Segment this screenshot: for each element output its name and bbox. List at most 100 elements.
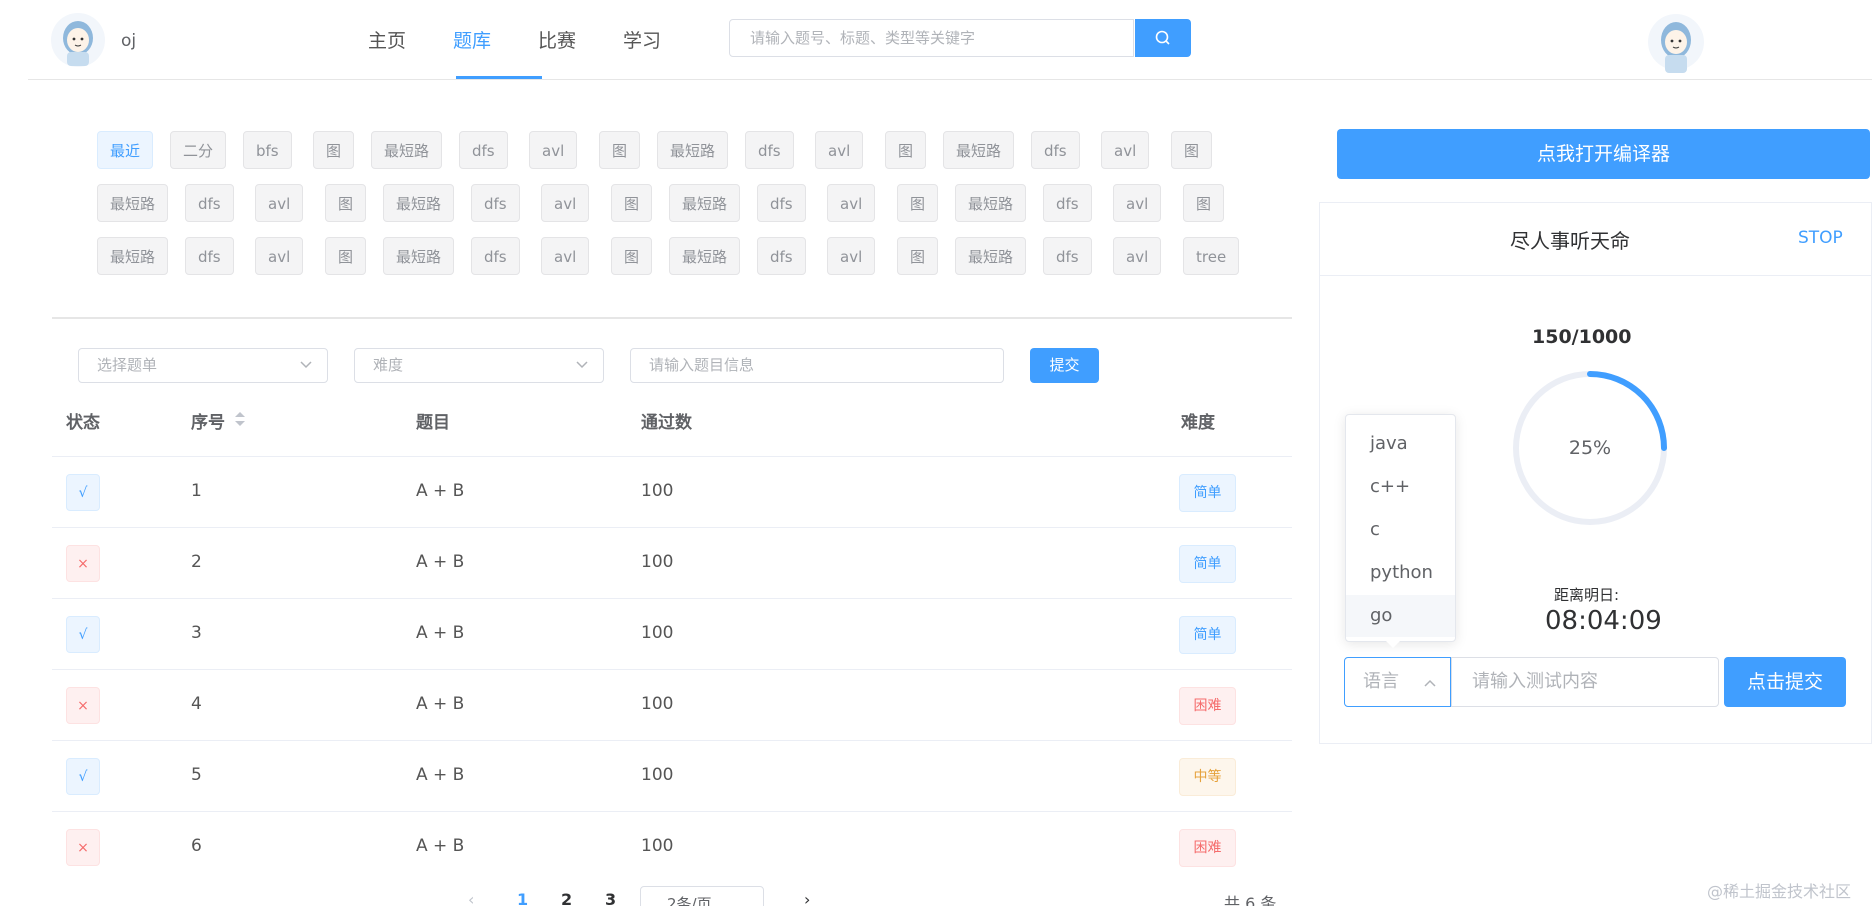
logo-text[interactable]: oj <box>121 31 136 51</box>
next-page-button[interactable]: › <box>804 890 810 906</box>
tag-item[interactable]: avl <box>827 184 876 222</box>
table-row[interactable]: √ 5 A + B 100 中等 <box>52 740 1292 812</box>
problem-title[interactable]: A + B <box>416 765 464 785</box>
language-select[interactable]: 语言 <box>1344 657 1451 707</box>
tag-item[interactable]: avl <box>1101 131 1150 169</box>
tag-item[interactable]: 图 <box>325 237 367 275</box>
status-badge: √ <box>66 758 100 795</box>
tag-item[interactable]: dfs <box>757 184 806 222</box>
tag-item[interactable]: dfs <box>471 184 520 222</box>
tag-item[interactable]: 最短路 <box>97 237 169 275</box>
tag-item[interactable]: avl <box>529 131 578 169</box>
tag-item[interactable]: 图 <box>599 131 641 169</box>
tag-item[interactable]: avl <box>255 237 304 275</box>
tag-item[interactable]: avl <box>827 237 876 275</box>
tag-item[interactable]: dfs <box>1043 184 1092 222</box>
tag-item[interactable]: 图 <box>1183 184 1225 222</box>
motto-text: 尽人事听天命 <box>1510 229 1630 253</box>
tag-item[interactable]: 最短路 <box>371 131 443 169</box>
tag-item[interactable]: 最近 <box>97 131 154 169</box>
tag-item[interactable]: dfs <box>1043 237 1092 275</box>
page-3[interactable]: 3 <box>605 890 616 906</box>
col-index[interactable]: 序号 <box>191 408 225 433</box>
tag-item[interactable]: 图 <box>897 237 939 275</box>
page-size-select[interactable]: 2条/页 <box>640 886 764 906</box>
problem-index: 4 <box>191 694 202 714</box>
tag-item[interactable]: 最短路 <box>955 237 1027 275</box>
problem-passed: 100 <box>641 836 674 856</box>
language-option[interactable]: java <box>1346 423 1455 465</box>
tag-item[interactable]: avl <box>541 237 590 275</box>
tag-item[interactable]: avl <box>815 131 864 169</box>
tag-item[interactable]: 图 <box>611 184 653 222</box>
tag-item[interactable]: 最短路 <box>383 184 455 222</box>
test-input[interactable]: 请输入测试内容 <box>1451 657 1719 707</box>
problem-title[interactable]: A + B <box>416 836 464 856</box>
difficulty-badge: 简单 <box>1179 545 1236 583</box>
difficulty-select[interactable]: 难度 <box>354 348 604 383</box>
tag-item[interactable]: dfs <box>185 237 234 275</box>
tag-item[interactable]: dfs <box>757 237 806 275</box>
tag-item[interactable]: 最短路 <box>943 131 1015 169</box>
tag-item[interactable]: avl <box>255 184 304 222</box>
tag-item[interactable]: 图 <box>313 131 355 169</box>
page-1[interactable]: 1 <box>517 890 528 906</box>
problem-title[interactable]: A + B <box>416 694 464 714</box>
tag-item[interactable]: 最短路 <box>97 184 169 222</box>
tag-item[interactable]: 图 <box>1171 131 1213 169</box>
tag-item[interactable]: 图 <box>897 184 939 222</box>
table-row[interactable]: × 6 A + B 100 困难 <box>52 811 1292 883</box>
problem-info-input[interactable]: 请输入题目信息 <box>630 348 1004 383</box>
language-option[interactable]: c++ <box>1346 466 1455 508</box>
tag-item[interactable]: 图 <box>611 237 653 275</box>
open-editor-button[interactable]: 点我打开编译器 <box>1337 129 1870 179</box>
tag-item[interactable]: 图 <box>325 184 367 222</box>
table-row[interactable]: √ 1 A + B 100 简单 <box>52 456 1292 528</box>
tag-item[interactable]: dfs <box>1031 131 1080 169</box>
filter-submit-button[interactable]: 提交 <box>1030 348 1099 383</box>
prev-page-button[interactable]: ‹ <box>468 890 474 906</box>
tag-item[interactable]: 最短路 <box>669 237 741 275</box>
page-2[interactable]: 2 <box>561 890 572 906</box>
language-option[interactable]: python <box>1346 552 1455 594</box>
tag-item[interactable]: dfs <box>185 184 234 222</box>
tag-item[interactable]: 图 <box>885 131 927 169</box>
tag-item[interactable]: 最短路 <box>955 184 1027 222</box>
difficulty-placeholder: 难度 <box>373 356 404 374</box>
problem-title[interactable]: A + B <box>416 481 464 501</box>
table-row[interactable]: √ 3 A + B 100 简单 <box>52 598 1292 670</box>
tag-item[interactable]: 二分 <box>170 131 227 169</box>
tag-item[interactable]: 最短路 <box>657 131 729 169</box>
problem-set-select[interactable]: 选择题单 <box>78 348 328 383</box>
table-row[interactable]: × 4 A + B 100 困难 <box>52 669 1292 741</box>
run-submit-button[interactable]: 点击提交 <box>1724 657 1846 707</box>
search-button[interactable] <box>1135 19 1191 57</box>
nav-learn[interactable]: 学习 <box>623 26 661 53</box>
avatar[interactable] <box>50 12 106 68</box>
tag-item[interactable]: avl <box>1113 184 1162 222</box>
problem-index: 1 <box>191 481 202 501</box>
problem-title[interactable]: A + B <box>416 552 464 572</box>
tag-item[interactable]: avl <box>1113 237 1162 275</box>
tag-item[interactable]: dfs <box>471 237 520 275</box>
nav-home[interactable]: 主页 <box>368 26 406 53</box>
tag-item[interactable]: dfs <box>459 131 508 169</box>
tag-item[interactable]: avl <box>541 184 590 222</box>
problem-passed: 100 <box>641 623 674 643</box>
nav-contests[interactable]: 比赛 <box>538 26 576 53</box>
tag-item[interactable]: bfs <box>243 131 292 169</box>
language-option[interactable]: go <box>1346 595 1455 637</box>
tag-item[interactable]: dfs <box>745 131 794 169</box>
problem-passed: 100 <box>641 694 674 714</box>
language-option[interactable]: c <box>1346 509 1455 551</box>
problem-title[interactable]: A + B <box>416 623 464 643</box>
sort-icon[interactable] <box>234 409 246 429</box>
tag-item[interactable]: 最短路 <box>383 237 455 275</box>
stop-button[interactable]: STOP <box>1798 228 1843 248</box>
nav-problems[interactable]: 题库 <box>453 26 491 53</box>
search-input[interactable]: 请输入题号、标题、类型等关键字 <box>729 19 1134 57</box>
table-row[interactable]: × 2 A + B 100 简单 <box>52 527 1292 599</box>
tag-item[interactable]: tree <box>1183 237 1240 275</box>
user-avatar[interactable] <box>1647 12 1705 76</box>
tag-item[interactable]: 最短路 <box>669 184 741 222</box>
